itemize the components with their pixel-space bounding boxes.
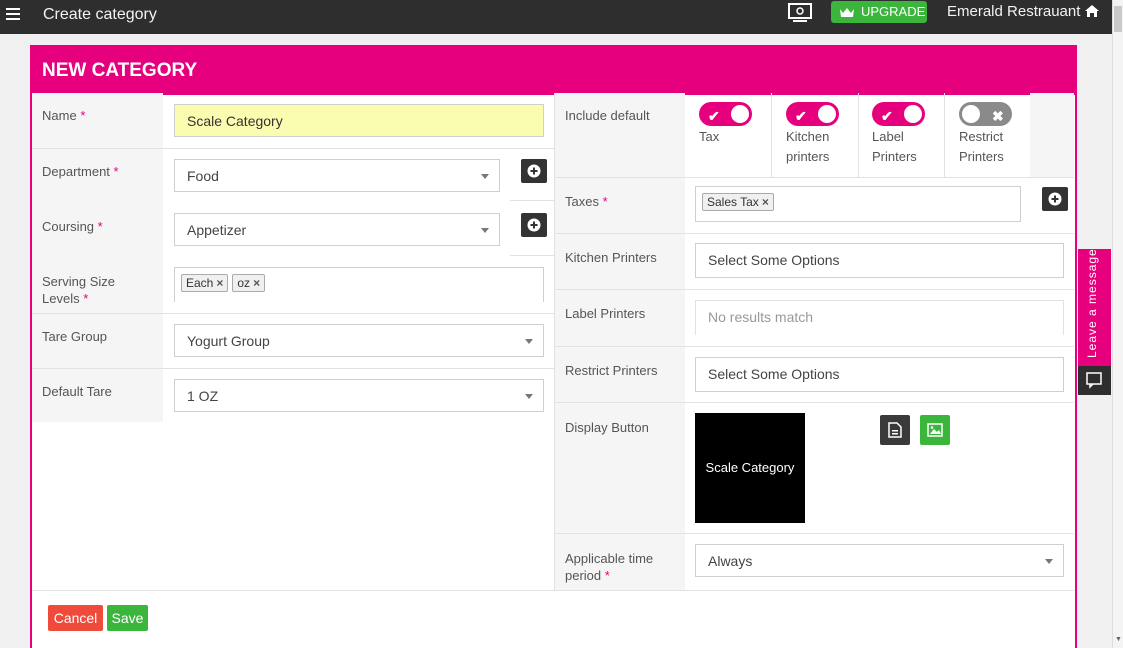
kitchen-printers-toggle-label: Kitchen printers [786,129,830,164]
default-tare-select[interactable]: 1 OZ [174,379,544,412]
plus-circle-icon [1048,192,1062,206]
restaurant-name[interactable]: Emerald Restrauant [947,3,1080,20]
label-printers-toggle-label: Label Printers [872,129,917,164]
restrict-printers-toggle[interactable]: ✖ [959,102,1012,126]
time-period-select[interactable]: Always [695,544,1064,577]
label-printers-toggle-group: ✔ Label Printers [872,94,944,178]
monitor-icon[interactable] [788,3,812,23]
plus-circle-icon [527,164,541,178]
top-bar: Create category UPGRADE Emerald Restraua… [0,0,1112,34]
panel-title: NEW CATEGORY [42,60,198,81]
tax-toggle[interactable]: ✔ [699,102,752,126]
label-printers-input[interactable]: No results match [695,300,1064,335]
home-icon[interactable] [1084,4,1100,18]
chat-icon [1086,372,1102,389]
taxes-label: Taxes * [555,178,685,233]
leave-message-label[interactable]: Leave a message [1085,248,1099,358]
upgrade-button[interactable]: UPGRADE [831,1,927,23]
serving-size-tag: oz × [232,274,266,292]
add-department-button[interactable] [521,159,547,183]
time-period-label: Applicable time period * [555,534,685,590]
label-printers-label: Label Printers [555,290,685,346]
scroll-down-arrow[interactable]: ▼ [1115,636,1122,643]
name-input[interactable]: Scale Category [174,104,544,137]
display-button-label: Display Button [555,403,685,533]
page-scrollbar[interactable]: ▼ [1112,0,1123,648]
page-title: Create category [43,6,157,23]
name-label: Name * [32,93,163,148]
remove-tag-icon[interactable]: × [253,276,260,290]
remove-tag-icon[interactable]: × [762,195,769,209]
label-printers-toggle[interactable]: ✔ [872,102,925,126]
tax-toggle-label: Tax [699,129,720,144]
add-tax-button[interactable] [1042,187,1068,211]
default-tare-label: Default Tare [32,369,163,422]
file-text-icon [888,422,902,438]
tare-group-select[interactable]: Yogurt Group [174,324,544,357]
panel-header: NEW CATEGORY [32,47,1075,95]
department-select[interactable]: Food [174,159,500,192]
display-button-preview: Scale Category [695,413,805,523]
cancel-button[interactable]: Cancel [48,605,103,631]
remove-tag-icon[interactable]: × [216,276,223,290]
kitchen-printers-label: Kitchen Printers [555,234,685,289]
serving-size-multiselect[interactable]: Each × oz × [174,267,544,302]
tax-tag: Sales Tax × [702,193,774,211]
serving-size-label: Serving Size Levels * [32,259,163,314]
restrict-printers-input[interactable]: Select Some Options [695,357,1064,392]
menu-icon[interactable] [6,8,20,20]
tax-toggle-group: ✔ Tax [699,94,771,178]
department-label: Department * [32,149,163,204]
restrict-printers-toggle-group: ✖ Restrict Printers [959,94,1031,178]
kitchen-printers-toggle[interactable]: ✔ [786,102,839,126]
scrollbar-thumb[interactable] [1114,6,1122,32]
crown-icon [840,8,854,17]
image-upload-button[interactable] [920,415,950,445]
kitchen-printers-input[interactable]: Select Some Options [695,243,1064,278]
upgrade-label: UPGRADE [861,4,926,19]
restrict-printers-toggle-label: Restrict Printers [959,129,1004,164]
save-button[interactable]: Save [107,605,148,631]
chat-widget-button[interactable] [1078,366,1111,395]
serving-size-tag: Each × [181,274,229,292]
image-icon [927,423,943,437]
coursing-label: Coursing * [32,204,163,259]
tare-group-label: Tare Group [32,314,163,369]
taxes-multiselect[interactable]: Sales Tax × [695,186,1021,222]
include-default-label: Include default [555,93,685,177]
coursing-select[interactable]: Appetizer [174,213,500,246]
kitchen-printers-toggle-group: ✔ Kitchen printers [786,94,858,178]
text-file-button[interactable] [880,415,910,445]
add-coursing-button[interactable] [521,213,547,237]
restrict-printers-label: Restrict Printers [555,347,685,402]
plus-circle-icon [527,218,541,232]
